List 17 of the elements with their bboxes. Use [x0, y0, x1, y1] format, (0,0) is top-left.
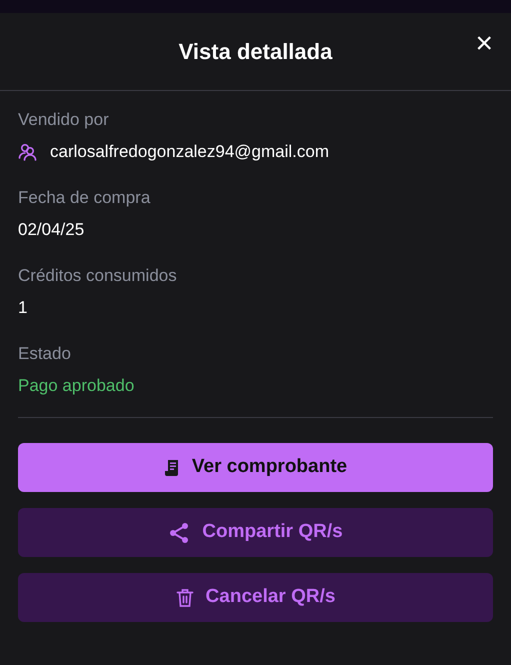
field-value: 02/04/25 [18, 219, 84, 241]
close-button[interactable]: × [475, 29, 493, 59]
action-button[interactable]: Cancelar QR/s [18, 573, 493, 622]
status-text: Pago aprobado [18, 375, 134, 397]
users-icon [18, 143, 38, 161]
field-label: Estado [18, 343, 72, 365]
action-button[interactable]: Compartir QR/s [18, 508, 493, 557]
dialog-title: Vista detallada [178, 38, 332, 66]
field-label: Fecha de compra [18, 187, 152, 209]
receipt-icon [164, 458, 180, 476]
field-value: carlosalfredogonzalez94@gmail.com [50, 141, 330, 163]
share-icon [168, 522, 190, 544]
trash-icon [176, 588, 194, 608]
field-label: Vendido por [18, 109, 110, 131]
primary-button[interactable]: Ver comprobante [18, 443, 493, 492]
field-value: 1 [18, 297, 28, 319]
field-label: Créditos consumidos [18, 265, 178, 287]
